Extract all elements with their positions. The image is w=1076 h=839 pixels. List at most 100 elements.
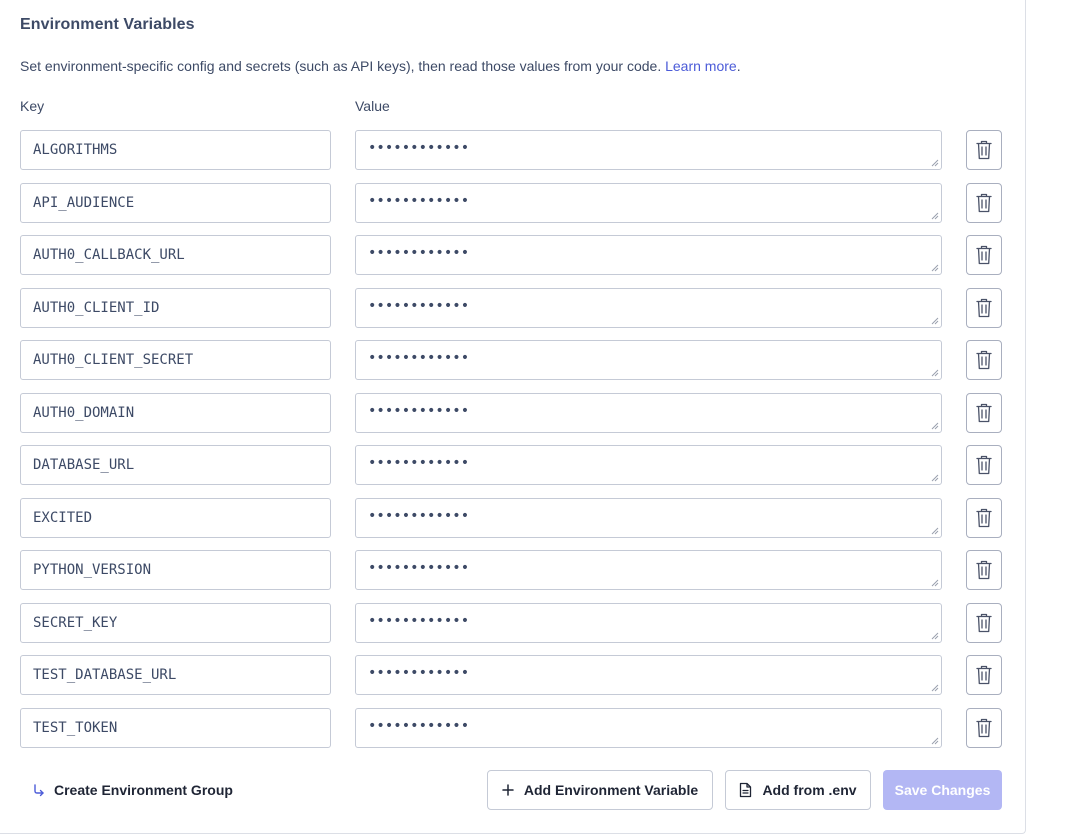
key-input[interactable] — [20, 445, 331, 485]
env-var-row: •••••••••••• — [0, 340, 1026, 380]
resize-grip-icon[interactable] — [931, 632, 939, 640]
resize-grip-icon[interactable] — [931, 422, 939, 430]
learn-more-link[interactable]: Learn more — [665, 58, 737, 74]
key-input[interactable] — [20, 235, 331, 275]
resize-grip-icon[interactable] — [931, 579, 939, 587]
trash-icon — [976, 245, 992, 265]
resize-grip-icon[interactable] — [931, 159, 939, 167]
value-input[interactable]: •••••••••••• — [355, 708, 942, 748]
masked-value: •••••••••••• — [368, 665, 470, 681]
description-text: Set environment-specific config and secr… — [20, 58, 662, 74]
trash-icon — [976, 298, 992, 318]
masked-value: •••••••••••• — [368, 508, 470, 524]
key-input[interactable] — [20, 603, 331, 643]
env-var-row: •••••••••••• — [0, 183, 1026, 223]
masked-value: •••••••••••• — [368, 193, 470, 209]
key-input[interactable] — [20, 550, 331, 590]
delete-variable-button[interactable] — [966, 655, 1002, 695]
key-column-label: Key — [20, 98, 45, 114]
env-var-row: •••••••••••• — [0, 603, 1026, 643]
value-input[interactable]: •••••••••••• — [355, 288, 942, 328]
value-input[interactable]: •••••••••••• — [355, 445, 942, 485]
env-var-row: •••••••••••• — [0, 708, 1026, 748]
env-var-row: •••••••••••• — [0, 498, 1026, 538]
delete-variable-button[interactable] — [966, 603, 1002, 643]
resize-grip-icon[interactable] — [931, 264, 939, 272]
add-variable-label: Add Environment Variable — [523, 782, 699, 798]
trash-icon — [976, 560, 992, 580]
masked-value: •••••••••••• — [368, 403, 470, 419]
masked-value: •••••••••••• — [368, 350, 470, 366]
trash-icon — [976, 508, 992, 528]
key-input[interactable] — [20, 708, 331, 748]
create-group-label: Create Environment Group — [54, 782, 233, 798]
key-input[interactable] — [20, 498, 331, 538]
value-input[interactable]: •••••••••••• — [355, 498, 942, 538]
add-from-env-label: Add from .env — [762, 782, 857, 798]
delete-variable-button[interactable] — [966, 550, 1002, 590]
add-from-env-button[interactable]: Add from .env — [725, 770, 871, 810]
key-input[interactable] — [20, 393, 331, 433]
resize-grip-icon[interactable] — [931, 527, 939, 535]
env-var-row: •••••••••••• — [0, 235, 1026, 275]
document-icon — [740, 782, 752, 798]
value-input[interactable]: •••••••••••• — [355, 130, 942, 170]
masked-value: •••••••••••• — [368, 718, 470, 734]
env-var-row: •••••••••••• — [0, 393, 1026, 433]
key-input[interactable] — [20, 340, 331, 380]
masked-value: •••••••••••• — [368, 560, 470, 576]
env-var-row: •••••••••••• — [0, 550, 1026, 590]
delete-variable-button[interactable] — [966, 708, 1002, 748]
env-var-row: •••••••••••• — [0, 288, 1026, 328]
resize-grip-icon[interactable] — [931, 684, 939, 692]
env-var-row: •••••••••••• — [0, 655, 1026, 695]
value-input[interactable]: •••••••••••• — [355, 183, 942, 223]
resize-grip-icon[interactable] — [931, 737, 939, 745]
value-input[interactable]: •••••••••••• — [355, 393, 942, 433]
env-var-row: •••••••••••• — [0, 445, 1026, 485]
resize-grip-icon[interactable] — [931, 212, 939, 220]
delete-variable-button[interactable] — [966, 183, 1002, 223]
env-vars-panel: Environment Variables Set environment-sp… — [0, 0, 1026, 834]
trash-icon — [976, 403, 992, 423]
delete-variable-button[interactable] — [966, 445, 1002, 485]
resize-grip-icon[interactable] — [931, 474, 939, 482]
value-input[interactable]: •••••••••••• — [355, 235, 942, 275]
masked-value: •••••••••••• — [368, 245, 470, 261]
trash-icon — [976, 455, 992, 475]
value-column-label: Value — [355, 98, 390, 114]
value-input[interactable]: •••••••••••• — [355, 655, 942, 695]
value-input[interactable]: •••••••••••• — [355, 603, 942, 643]
section-description: Set environment-specific config and secr… — [20, 58, 741, 74]
trash-icon — [976, 193, 992, 213]
key-input[interactable] — [20, 130, 331, 170]
trash-icon — [976, 350, 992, 370]
value-input[interactable]: •••••••••••• — [355, 550, 942, 590]
delete-variable-button[interactable] — [966, 288, 1002, 328]
masked-value: •••••••••••• — [368, 455, 470, 471]
add-environment-variable-button[interactable]: Add Environment Variable — [487, 770, 713, 810]
trash-icon — [976, 140, 992, 160]
key-input[interactable] — [20, 183, 331, 223]
delete-variable-button[interactable] — [966, 498, 1002, 538]
delete-variable-button[interactable] — [966, 130, 1002, 170]
delete-variable-button[interactable] — [966, 235, 1002, 275]
description-period: . — [736, 58, 741, 74]
delete-variable-button[interactable] — [966, 340, 1002, 380]
save-changes-button[interactable]: Save Changes — [883, 770, 1002, 810]
section-title: Environment Variables — [20, 16, 195, 33]
trash-icon — [976, 718, 992, 738]
masked-value: •••••••••••• — [368, 613, 470, 629]
create-environment-group-button[interactable]: Create Environment Group — [32, 780, 233, 800]
value-input[interactable]: •••••••••••• — [355, 340, 942, 380]
key-input[interactable] — [20, 655, 331, 695]
resize-grip-icon[interactable] — [931, 369, 939, 377]
key-input[interactable] — [20, 288, 331, 328]
trash-icon — [976, 665, 992, 685]
trash-icon — [976, 613, 992, 633]
masked-value: •••••••••••• — [368, 298, 470, 314]
delete-variable-button[interactable] — [966, 393, 1002, 433]
resize-grip-icon[interactable] — [931, 317, 939, 325]
masked-value: •••••••••••• — [368, 140, 470, 156]
arrow-return-icon — [34, 784, 44, 797]
